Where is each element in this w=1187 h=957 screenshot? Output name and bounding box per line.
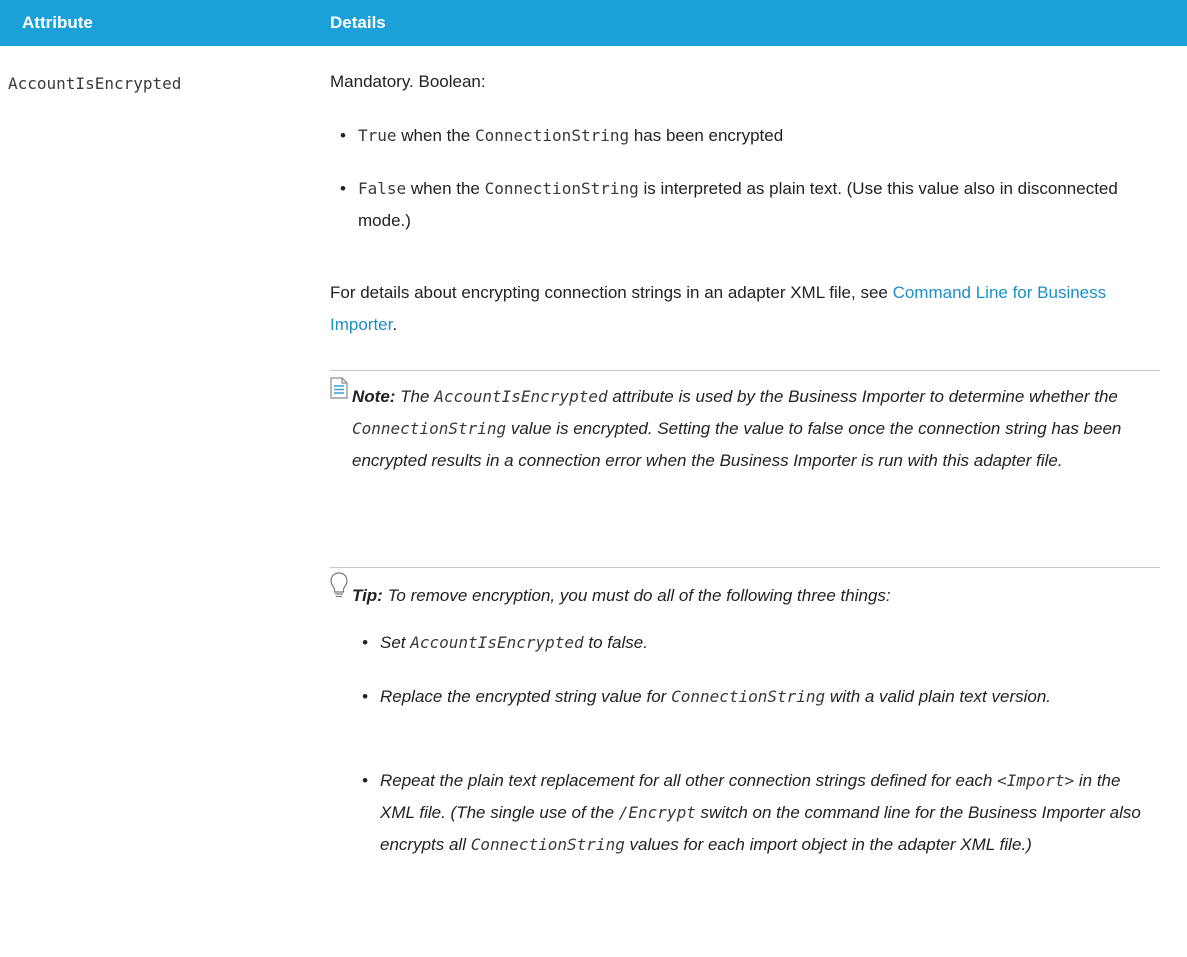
tip-text: Tip: To remove encryption, you must do a… [352,586,891,605]
tip-box: Tip: To remove encryption, you must do a… [330,567,1160,858]
lightbulb-icon [330,572,348,598]
details-paragraph: For details about encrypting connection … [330,283,1107,334]
list-item: False when the ConnectionString is inter… [340,173,1160,237]
list-item: Set AccountIsEncrypted to false. [362,627,1152,659]
note-text: Note: The AccountIsEncrypted attribute i… [352,387,1122,470]
attribute-name: AccountIsEncrypted [8,74,182,93]
list-item: Repeat the plain text replacement for al… [362,765,1152,861]
list-item: True when the ConnectionString has been … [340,120,1160,152]
note-icon [330,377,348,399]
table-header: Attribute Details [0,0,1187,46]
header-details: Details [330,13,386,32]
note-box: Note: The AccountIsEncrypted attribute i… [330,370,1160,537]
mandatory-text: Mandatory. Boolean: [330,72,486,91]
header-attribute: Attribute [22,13,93,32]
list-item: Replace the encrypted string value for C… [362,681,1152,713]
